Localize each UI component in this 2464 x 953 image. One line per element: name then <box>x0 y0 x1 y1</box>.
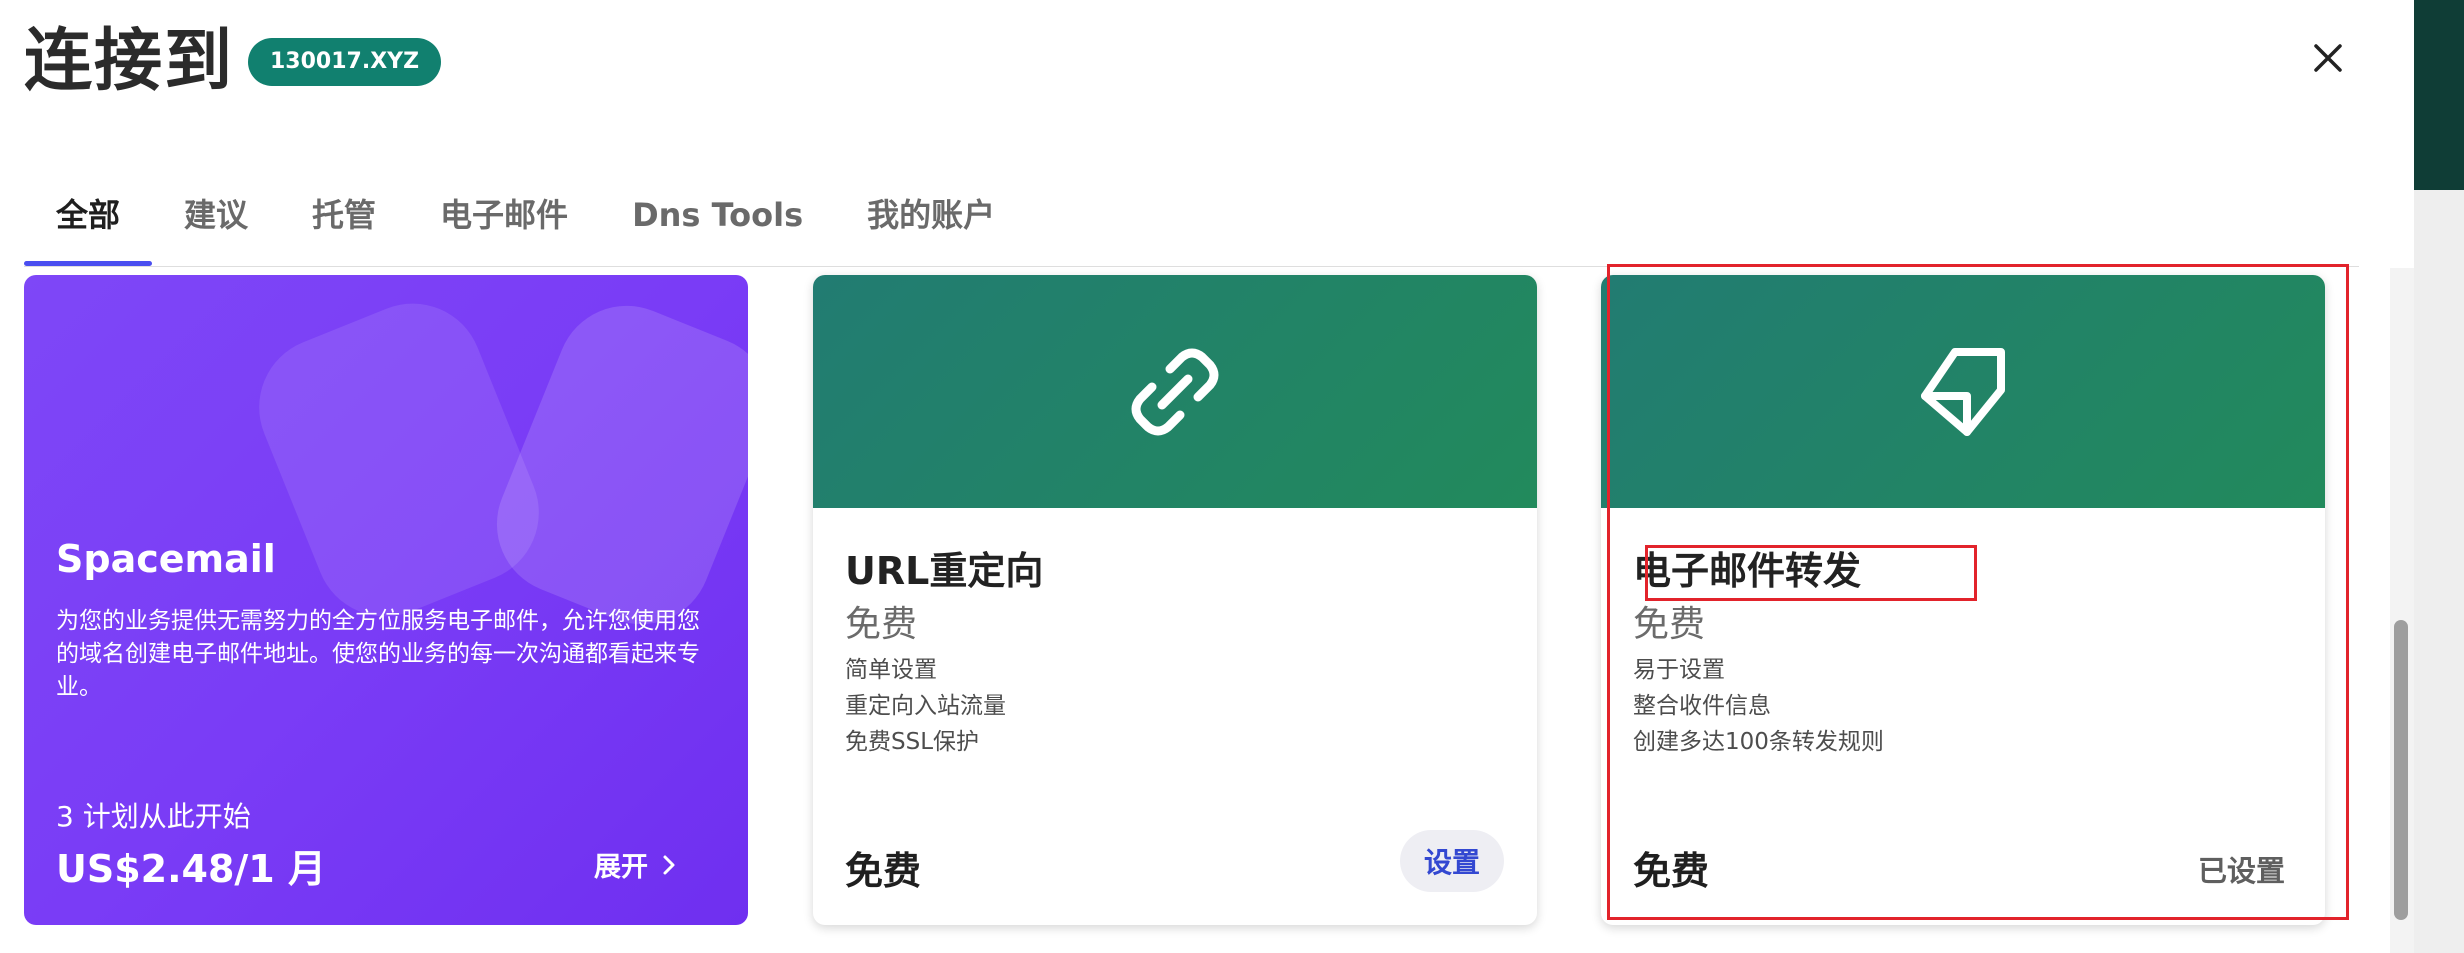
domain-badge: 130017.XYZ <box>248 38 442 86</box>
card-price: 免费 <box>845 849 922 893</box>
background-panel-header <box>2414 0 2464 190</box>
feature-item: 免费SSL保护 <box>845 729 980 755</box>
feature-item: 重定向入站流量 <box>845 693 1006 719</box>
tab-email[interactable]: 电子邮件 <box>408 180 600 266</box>
url-redirect-card[interactable]: URL重定向 免费 简单设置 重定向入站流量 免费SSL保护 免费 设置 <box>813 275 1537 925</box>
category-tabs: 全部 建议 托管 电子邮件 Dns Tools 我的账户 <box>24 180 1027 266</box>
decorative-shape <box>475 284 748 646</box>
tab-suggested[interactable]: 建议 <box>152 180 280 266</box>
scrollbar-thumb[interactable] <box>2394 620 2408 920</box>
card-title: Spacemail <box>56 537 276 581</box>
link-icon <box>1131 348 1219 435</box>
tab-dns-tools[interactable]: Dns Tools <box>600 180 835 266</box>
expand-button[interactable]: 展开 <box>594 845 676 884</box>
expand-label: 展开 <box>594 852 648 883</box>
card-description: 为您的业务提供无需努力的全方位服务电子邮件，允许您使用您的域名创建电子邮件地址。… <box>56 608 700 700</box>
spacemail-card[interactable]: Spacemail 为您的业务提供无需努力的全方位服务电子邮件，允许您使用您的域… <box>24 275 748 925</box>
highlight-box <box>1645 545 1977 601</box>
feature-item: 简单设置 <box>845 657 937 683</box>
card-banner <box>813 275 1537 508</box>
card-price-subtitle: 免费 <box>845 604 918 645</box>
close-button[interactable] <box>2300 30 2356 86</box>
tab-my-account[interactable]: 我的账户 <box>835 180 1027 266</box>
plan-price: US$2.48/1 月 <box>56 847 326 891</box>
plan-start-text: 3 计划从此开始 <box>56 800 251 833</box>
decorative-shape <box>238 282 560 638</box>
dialog-title: 连接到 <box>24 22 235 101</box>
tab-hosting[interactable]: 托管 <box>280 180 408 266</box>
setup-button[interactable]: 设置 <box>1400 830 1504 892</box>
tab-all[interactable]: 全部 <box>24 180 153 266</box>
close-icon <box>2314 44 2342 72</box>
card-title: URL重定向 <box>845 549 1044 593</box>
chevron-right-icon <box>663 855 675 874</box>
